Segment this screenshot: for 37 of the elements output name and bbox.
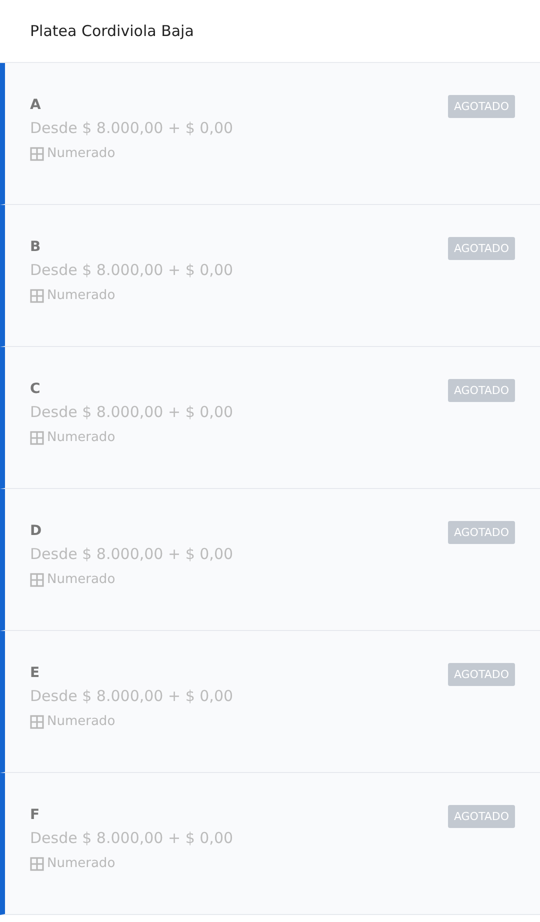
seating-label: Numerado — [47, 288, 116, 303]
row-name: B — [30, 239, 41, 255]
ticket-card[interactable]: B AGOTADO Desde $ 8.000,00 + $ 0,00 Numerado — [0, 205, 540, 347]
grid-icon — [30, 146, 44, 160]
ticket-card[interactable]: C AGOTADO Desde $ 8.000,00 + $ 0,00 Numerado — [0, 347, 540, 489]
price-text: Desde $ 8.000,00 + $ 0,00 — [30, 545, 234, 563]
price-text: Desde $ 8.000,00 + $ 0,00 — [30, 261, 234, 279]
seating-label: Numerado — [47, 572, 116, 587]
price-text: Desde $ 8.000,00 + $ 0,00 — [30, 403, 234, 421]
row-name: A — [30, 97, 41, 113]
price-text: Desde $ 8.000,00 + $ 0,00 — [30, 119, 234, 137]
grid-icon — [30, 714, 44, 728]
seating-label: Numerado — [47, 856, 116, 871]
ticket-card[interactable]: A AGOTADO Desde $ 8.000,00 + $ 0,00 Numerado — [0, 63, 540, 205]
seating-label: Numerado — [47, 714, 116, 729]
row-name: C — [30, 381, 40, 397]
status-badge: AGOTADO — [448, 663, 515, 686]
status-badge: AGOTADO — [448, 237, 515, 260]
status-badge: AGOTADO — [448, 95, 515, 118]
grid-icon — [30, 856, 44, 870]
row-name: F — [30, 807, 40, 823]
price-text: Desde $ 8.000,00 + $ 0,00 — [30, 687, 234, 705]
seating-label: Numerado — [47, 146, 116, 161]
grid-icon — [30, 430, 44, 444]
ticket-card[interactable]: D AGOTADO Desde $ 8.000,00 + $ 0,00 Numerado — [0, 489, 540, 631]
ticket-card[interactable]: E AGOTADO Desde $ 8.000,00 + $ 0,00 Numerado — [0, 631, 540, 773]
row-name: D — [30, 523, 42, 539]
row-name: E — [30, 665, 40, 681]
grid-icon — [30, 572, 44, 586]
section-title: Platea Cordiviola Baja — [30, 22, 194, 40]
status-badge: AGOTADO — [448, 379, 515, 402]
status-badge: AGOTADO — [448, 521, 515, 544]
price-text: Desde $ 8.000,00 + $ 0,00 — [30, 829, 234, 847]
seating-label: Numerado — [47, 430, 116, 445]
grid-icon — [30, 288, 44, 302]
ticket-card[interactable]: F AGOTADO Desde $ 8.000,00 + $ 0,00 Numerado — [0, 773, 540, 915]
status-badge: AGOTADO — [448, 805, 515, 828]
